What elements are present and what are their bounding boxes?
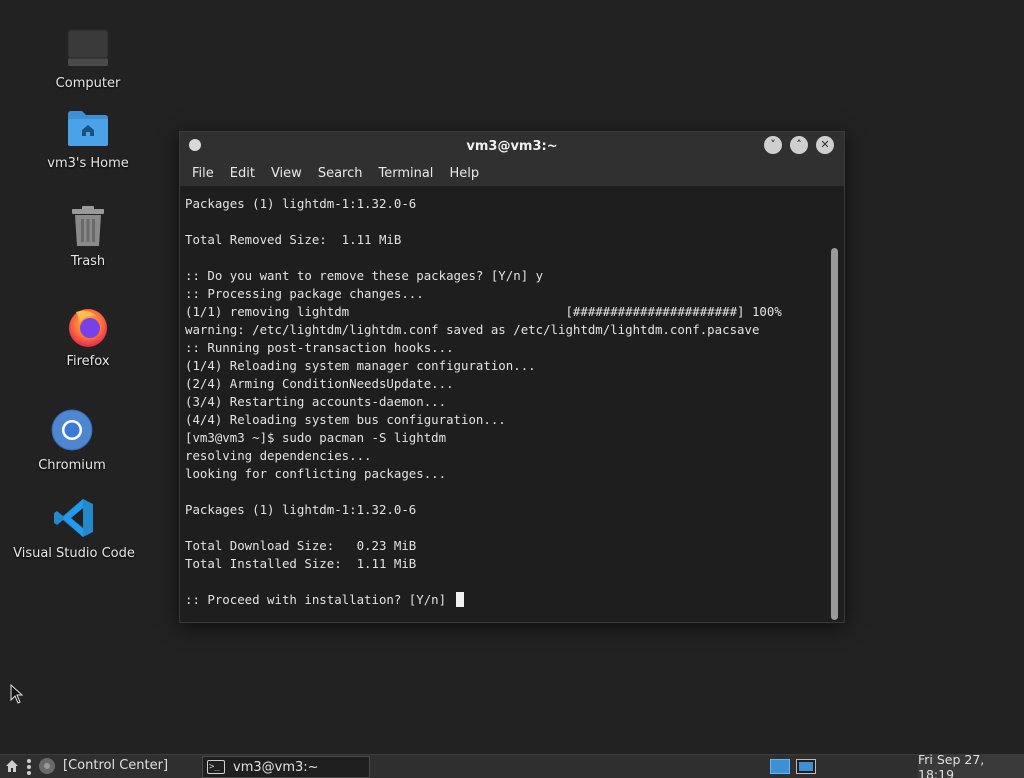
desktop-icon-trash[interactable]: Trash (18, 202, 158, 269)
desktop-icon-label: Trash (70, 254, 106, 269)
desktop-icon-firefox[interactable]: Firefox (18, 302, 158, 369)
menu-help[interactable]: Help (449, 166, 486, 181)
chromium-icon (48, 406, 96, 454)
desktop-icon-vscode[interactable]: Visual Studio Code (4, 494, 144, 561)
workspace-1[interactable] (770, 759, 790, 774)
desktop-icon-label: Computer (55, 76, 121, 91)
clock-text: Fri Sep 27, 18:19 (918, 751, 985, 778)
menu-view[interactable]: View (271, 166, 309, 181)
close-button[interactable]: ✕ (816, 136, 834, 154)
desktop-icon-label: Firefox (66, 354, 110, 369)
minimize-button[interactable]: ˅ (764, 136, 782, 154)
menu-icon[interactable] (4, 758, 20, 778)
desktop-icon-label: vm3's Home (47, 156, 129, 171)
taskbar-task-terminal[interactable]: >_ vm3@vm3:~ (202, 756, 370, 778)
menu-terminal[interactable]: Terminal (378, 166, 440, 181)
workspace-2[interactable] (796, 759, 816, 774)
terminal-icon: >_ (207, 760, 225, 774)
firefox-icon (64, 302, 112, 350)
menu-file[interactable]: File (192, 166, 221, 181)
dots-handle-icon[interactable] (26, 759, 32, 778)
window-titlebar[interactable]: vm3@vm3:~ ˅ ˄ ✕ (180, 132, 844, 160)
computer-icon (64, 24, 112, 72)
menu-edit[interactable]: Edit (230, 166, 262, 181)
text-cursor (455, 592, 464, 607)
control-center-button[interactable]: [Control Center] (63, 758, 168, 773)
clock[interactable]: Fri Sep 27, 18:19 (918, 751, 1024, 778)
window-title: vm3@vm3:~ (466, 138, 558, 154)
desktop-icon-chromium[interactable]: Chromium (2, 406, 142, 473)
menubar: File Edit View Search Terminal Help (180, 160, 844, 186)
home-folder-icon (64, 104, 112, 152)
desktop-icon-computer[interactable]: Computer (18, 24, 158, 91)
control-center-icon[interactable] (38, 757, 56, 778)
terminal-area[interactable]: Packages (1) lightdm-1:1.32.0-6 Total Re… (180, 186, 844, 622)
desktop-icon-home[interactable]: vm3's Home (18, 104, 158, 171)
trash-icon (64, 202, 112, 250)
terminal-output: Packages (1) lightdm-1:1.32.0-6 Total Re… (185, 196, 782, 607)
vscode-icon (50, 494, 98, 542)
taskbar: [Control Center] >_ vm3@vm3:~ Fri Sep 27… (0, 751, 1024, 778)
mouse-pointer-icon (10, 684, 24, 704)
menu-search[interactable]: Search (318, 166, 370, 181)
desktop-icon-label: Visual Studio Code (13, 546, 135, 561)
scrollbar[interactable] (831, 248, 838, 620)
task-label: vm3@vm3:~ (233, 759, 319, 775)
maximize-button[interactable]: ˄ (790, 136, 808, 154)
terminal-window[interactable]: vm3@vm3:~ ˅ ˄ ✕ File Edit View Search Te… (179, 131, 845, 623)
desktop-icon-label: Chromium (38, 458, 106, 473)
window-menu-dot[interactable] (189, 139, 201, 151)
